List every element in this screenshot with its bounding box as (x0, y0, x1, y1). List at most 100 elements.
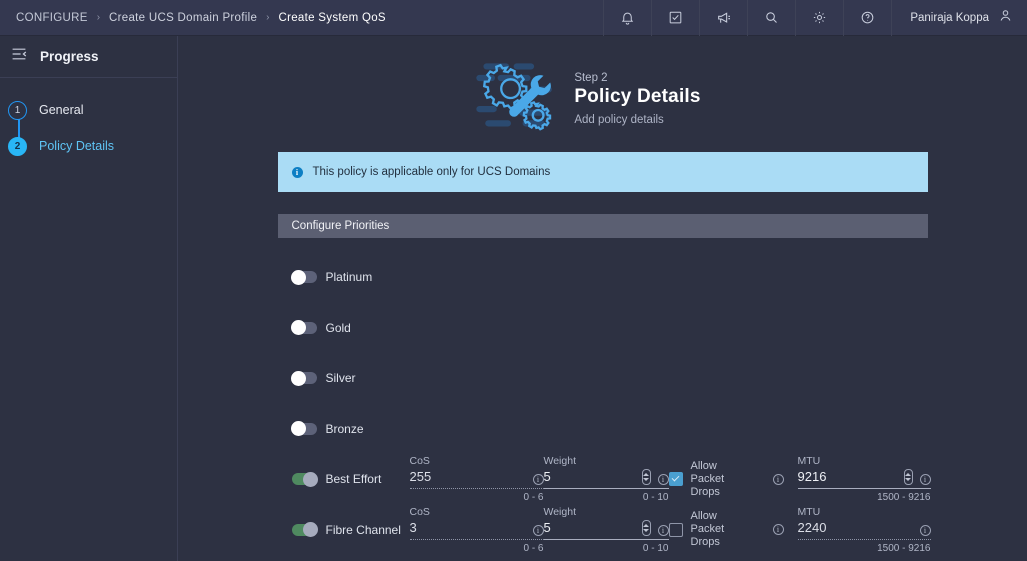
weight-range-hint: 0 - 10 (642, 492, 669, 504)
info-circle-icon[interactable]: i (532, 474, 544, 486)
stepper-up-down-icon[interactable] (641, 519, 651, 536)
info-icon: i (291, 166, 303, 178)
stepper-up-down-icon[interactable] (903, 469, 913, 486)
cos-field-best-effort[interactable]: CoS 255 i 0 - 6 (409, 455, 544, 504)
info-circle-icon[interactable]: i (532, 524, 544, 536)
field-underline (543, 488, 669, 490)
breadcrumb-item-create-system-qos: Create System QoS (278, 11, 386, 24)
priority-label: Platinum (325, 270, 373, 285)
weight-field-best-effort[interactable]: Weight 5 i 0 - 10 (543, 455, 669, 504)
mtu-range-hint: 1500 - 9216 (877, 492, 931, 504)
page-header-text: Step 2 Policy Details Add policy details (574, 68, 700, 126)
sidebar-item-general[interactable]: 1 General (0, 92, 177, 128)
info-circle-icon[interactable]: i (919, 524, 931, 536)
weight-value: 5 (543, 519, 551, 535)
priority-row-fibre-channel: Fibre Channel CoS 3 i 0 - 6 Weight 5 i 0… (291, 505, 931, 556)
gear-icon[interactable] (795, 0, 843, 36)
priority-rows: Platinum Gold Silver Bronze Best Effort … (278, 252, 931, 556)
user-menu[interactable]: Paniraja Koppa (891, 0, 1027, 36)
mtu-field-best-effort[interactable]: MTU 9216 i 1500 - 9216 (797, 455, 931, 504)
allow-packet-drops-best-effort[interactable]: Allow Packet Drops i (668, 459, 784, 499)
top-bar-actions: Paniraja Koppa (603, 0, 1027, 36)
cos-value: 3 (409, 519, 417, 535)
cos-range-hint: 0 - 6 (523, 542, 544, 554)
mtu-label: MTU (797, 455, 821, 468)
field-underline (409, 538, 544, 540)
person-icon (998, 8, 1013, 28)
priority-label: Bronze (325, 421, 364, 436)
priority-label: Fibre Channel (325, 522, 401, 537)
field-underline (797, 538, 931, 540)
step-kicker: Step 2 (574, 71, 608, 84)
weight-label: Weight (543, 505, 577, 518)
mtu-value: 9216 (797, 469, 827, 485)
cos-value: 255 (409, 469, 432, 485)
page-header: Step 2 Policy Details Add policy details (178, 36, 1027, 139)
info-circle-icon[interactable]: i (772, 524, 784, 536)
sidebar-steps: 1 General 2 Policy Details (0, 78, 177, 164)
field-underline (409, 488, 544, 490)
megaphone-icon[interactable] (699, 0, 747, 36)
weight-field-fibre-channel[interactable]: Weight 5 i 0 - 10 (543, 505, 669, 554)
weight-range-hint: 0 - 10 (642, 542, 669, 554)
allow-packet-drops-checkbox[interactable] (668, 472, 683, 487)
info-circle-icon[interactable]: i (919, 474, 931, 486)
weight-label: Weight (543, 455, 577, 468)
body: Progress 1 General 2 Policy Details Step… (0, 36, 1027, 561)
toggle-gold[interactable] (290, 320, 317, 336)
info-circle-icon[interactable]: i (657, 474, 669, 486)
toggle-fibre-channel[interactable] (291, 522, 318, 538)
info-banner: i This policy is applicable only for UCS… (277, 152, 928, 192)
allow-packet-drops-fibre-channel[interactable]: Allow Packet Drops i (668, 510, 784, 549)
field-underline (797, 488, 931, 490)
sidebar-item-label: Policy Details (39, 139, 115, 153)
priority-row-gold: Gold (290, 303, 928, 354)
sidebar-header: Progress (0, 36, 177, 78)
cos-field-fibre-channel[interactable]: CoS 3 i 0 - 6 (409, 505, 544, 554)
bell-icon[interactable] (603, 0, 651, 36)
toggle-silver[interactable] (290, 370, 317, 386)
task-checkbox-icon[interactable] (651, 0, 699, 36)
breadcrumb: CONFIGURE › Create UCS Domain Profile › … (0, 12, 386, 24)
info-banner-text: This policy is applicable only for UCS D… (312, 166, 551, 178)
breadcrumb-item-configure[interactable]: CONFIGURE (16, 12, 88, 24)
section-header-configure-priorities: Configure Priorities (277, 214, 928, 238)
step-number-badge: 2 (8, 136, 27, 156)
breadcrumb-separator-icon: › (266, 12, 270, 23)
collapse-panel-icon[interactable] (11, 47, 27, 66)
mtu-field-fibre-channel[interactable]: MTU 2240 i 1500 - 9216 (797, 505, 931, 554)
sidebar-item-label: General (39, 103, 84, 117)
cos-range-hint: 0 - 6 (523, 492, 544, 504)
weight-value: 5 (543, 469, 551, 485)
priority-label: Best Effort (325, 472, 382, 487)
priority-row-silver: Silver (290, 353, 928, 404)
sidebar-title: Progress (40, 49, 99, 64)
priority-row-bronze: Bronze (290, 404, 928, 455)
toggle-platinum[interactable] (290, 269, 317, 285)
cos-label: CoS (409, 505, 430, 518)
main-content: Step 2 Policy Details Add policy details… (178, 36, 1027, 561)
priority-label: Silver (325, 371, 356, 386)
step-number-badge: 1 (8, 100, 27, 120)
toggle-best-effort[interactable] (291, 471, 318, 487)
search-icon[interactable] (747, 0, 795, 36)
gear-wrench-icon (474, 54, 556, 139)
toggle-bronze[interactable] (290, 421, 317, 437)
page-subtitle: Add policy details (574, 113, 664, 126)
mtu-label: MTU (797, 505, 821, 518)
allow-packet-drops-label: Allow Packet Drops (690, 459, 725, 498)
user-name-label: Paniraja Koppa (910, 11, 989, 24)
sidebar-item-policy-details[interactable]: 2 Policy Details (0, 128, 177, 164)
field-underline (543, 538, 669, 540)
info-circle-icon[interactable]: i (657, 524, 669, 536)
stepper-up-down-icon[interactable] (641, 469, 651, 486)
cos-label: CoS (409, 455, 430, 468)
info-circle-icon[interactable]: i (772, 473, 784, 485)
breadcrumb-separator-icon: › (96, 12, 101, 23)
help-circle-icon[interactable] (843, 0, 891, 36)
mtu-range-hint: 1500 - 9216 (877, 542, 931, 554)
allow-packet-drops-checkbox[interactable] (668, 522, 683, 537)
mtu-value: 2240 (797, 519, 827, 535)
form-content: i This policy is applicable only for UCS… (277, 152, 931, 556)
breadcrumb-item-create-ucs-domain-profile[interactable]: Create UCS Domain Profile (109, 12, 257, 24)
